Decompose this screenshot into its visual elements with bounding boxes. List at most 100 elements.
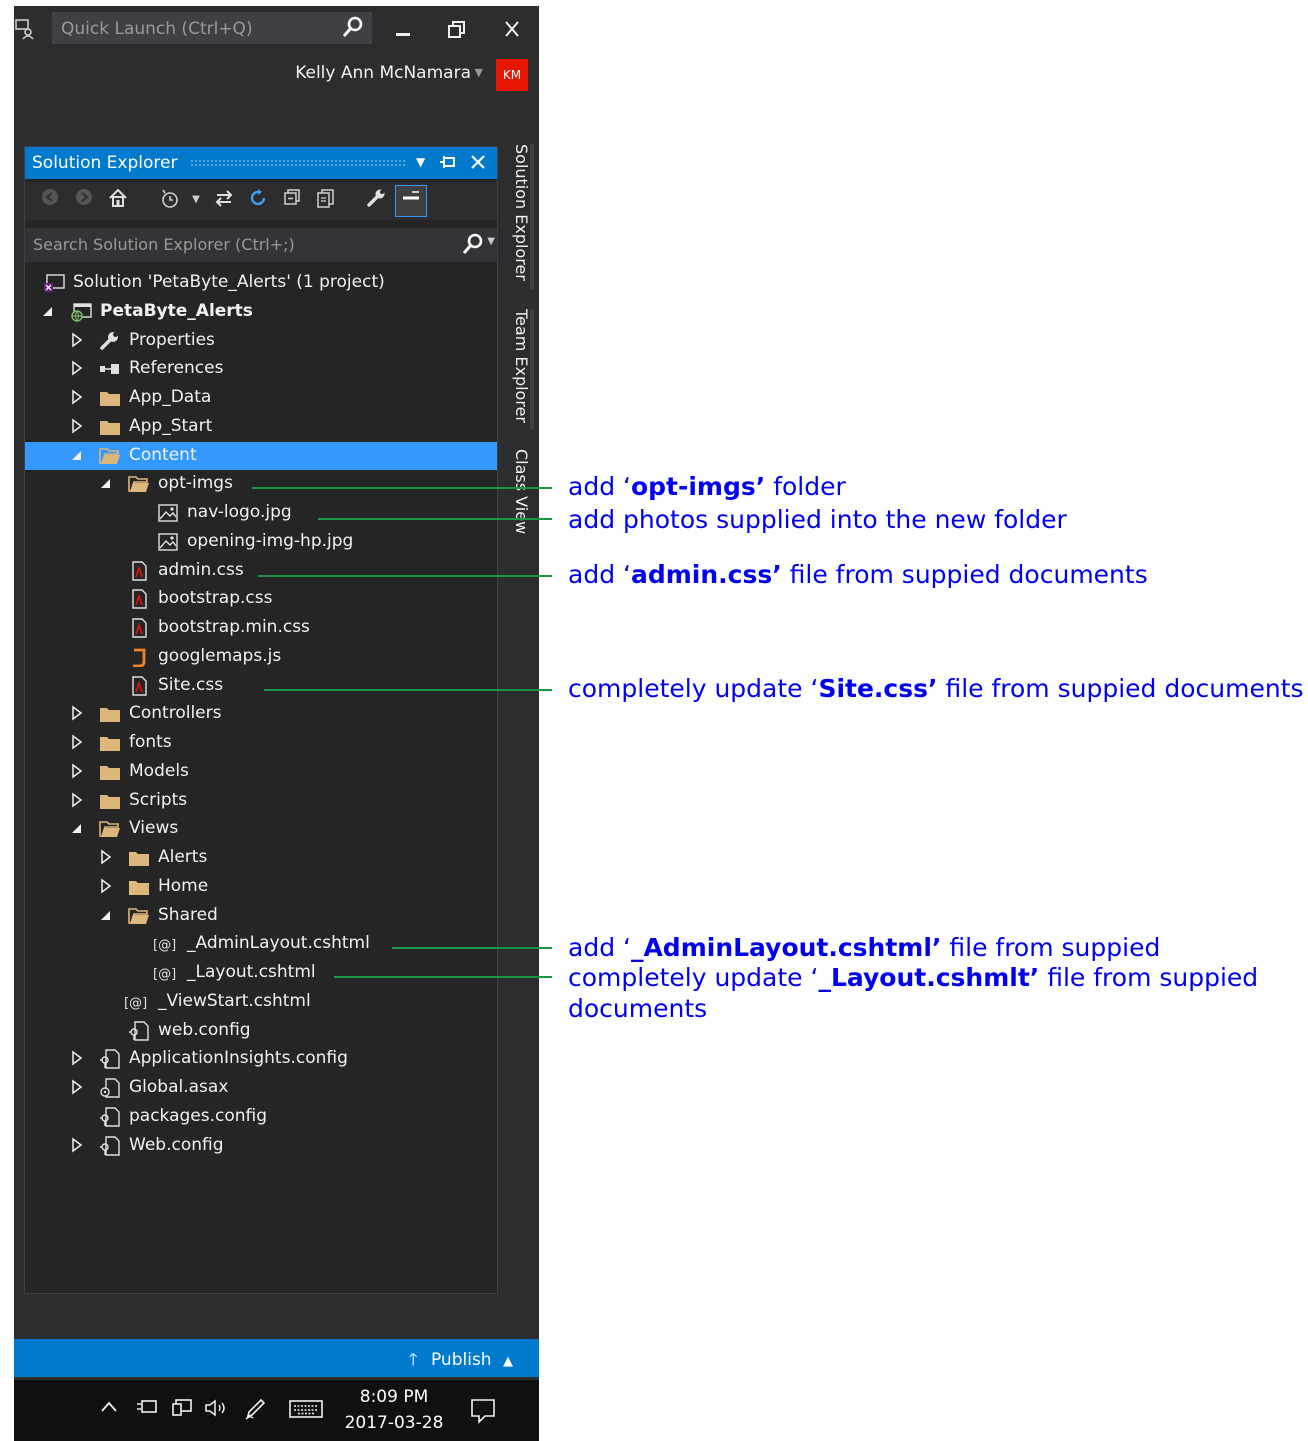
tree-item[interactable]: packages.config	[25, 1103, 497, 1131]
expanded-arrow-icon[interactable]	[42, 303, 54, 319]
tree-item[interactable]: App_Data	[25, 384, 497, 412]
refresh-icon[interactable]	[245, 187, 271, 213]
keyboard-icon[interactable]	[288, 1398, 324, 1425]
volume-icon[interactable]	[204, 1398, 230, 1423]
tree-item[interactable]: opt-imgs	[25, 470, 497, 498]
tree-item[interactable]: Global.asax	[25, 1074, 497, 1102]
collapsed-arrow-icon[interactable]	[100, 878, 112, 894]
visual-studio-window: Quick Launch (Ctrl+Q) Kelly Ann McNamara…	[14, 6, 539, 1441]
collapsed-arrow-icon[interactable]	[71, 1137, 83, 1153]
tree-item-label: _ViewStart.cshtml	[158, 991, 311, 1011]
close-panel-icon[interactable]	[469, 151, 487, 177]
css-file-icon	[128, 561, 150, 581]
side-tab-class-view[interactable]: Class View	[501, 449, 531, 534]
close-icon[interactable]	[497, 14, 527, 44]
razor-file-icon: [@]	[153, 963, 176, 983]
power-plug-icon[interactable]	[136, 1398, 158, 1421]
home-icon[interactable]	[105, 187, 131, 213]
collapse-all-icon[interactable]	[279, 187, 305, 213]
tree-item[interactable]: Alerts	[25, 844, 497, 872]
drag-grip[interactable]	[190, 159, 405, 167]
expanded-arrow-icon[interactable]	[100, 907, 112, 923]
feedback-icon[interactable]	[14, 18, 38, 42]
leader-line	[258, 575, 552, 577]
collapsed-arrow-icon[interactable]	[71, 792, 83, 808]
tree-item-label: ApplicationInsights.config	[129, 1048, 348, 1068]
network-icon[interactable]	[172, 1398, 194, 1423]
minimize-icon[interactable]	[388, 14, 418, 44]
pin-icon[interactable]	[439, 151, 457, 177]
avatar[interactable]: KM	[496, 59, 528, 91]
action-center-icon[interactable]	[470, 1398, 496, 1429]
tree-item[interactable]: Home	[25, 873, 497, 901]
tree-item[interactable]: Controllers	[25, 700, 497, 728]
tree-item[interactable]: [@] _Layout.cshtml	[25, 959, 497, 987]
folder-open-icon	[99, 446, 121, 466]
collapsed-arrow-icon[interactable]	[71, 1079, 83, 1095]
forward-icon[interactable]	[71, 187, 97, 213]
tree-item[interactable]: App_Start	[25, 413, 497, 441]
tree-item[interactable]: googlemaps.js	[25, 643, 497, 671]
image-file-icon	[157, 503, 179, 523]
tree-item[interactable]: Site.css	[25, 672, 497, 700]
show-all-files-icon[interactable]	[313, 187, 339, 213]
tree-item[interactable]: Scripts	[25, 787, 497, 815]
tree-item[interactable]: Shared	[25, 902, 497, 930]
window-position-icon[interactable]: ▼	[416, 155, 425, 169]
collapsed-arrow-icon[interactable]	[71, 360, 83, 376]
properties-wrench-icon[interactable]	[363, 187, 389, 213]
tree-item[interactable]: opening-img-hp.jpg	[25, 528, 497, 556]
side-tab-team-explorer[interactable]: Team Explorer	[501, 309, 531, 423]
search-options-icon[interactable]: ▼	[487, 236, 495, 247]
system-clock[interactable]: 8:09 PM 2017-03-28	[344, 1384, 444, 1436]
tree-item[interactable]: Models	[25, 758, 497, 786]
chevron-up-icon[interactable]	[100, 1398, 118, 1421]
restore-icon[interactable]	[442, 14, 472, 44]
quick-launch-input[interactable]: Quick Launch (Ctrl+Q)	[52, 12, 372, 44]
collapsed-arrow-icon[interactable]	[71, 734, 83, 750]
tree-item[interactable]: Content	[25, 442, 497, 470]
tree-item[interactable]: Views	[25, 815, 497, 843]
expanded-arrow-icon[interactable]	[71, 447, 83, 463]
expanded-arrow-icon[interactable]	[100, 475, 112, 491]
side-tab-solution-explorer[interactable]: Solution Explorer	[501, 144, 531, 281]
tree-item[interactable]: ApplicationInsights.config	[25, 1045, 497, 1073]
solution-explorer-title-bar: Solution Explorer ▼	[25, 147, 497, 179]
collapsed-arrow-icon[interactable]	[71, 332, 83, 348]
config-file-icon	[99, 1136, 121, 1156]
collapsed-arrow-icon[interactable]	[71, 763, 83, 779]
back-icon[interactable]	[37, 187, 63, 213]
collapsed-arrow-icon[interactable]	[71, 418, 83, 434]
tree-item[interactable]: web.config	[25, 1017, 497, 1045]
tree-item-label: opt-imgs	[158, 473, 233, 493]
tree-item[interactable]: [@] _ViewStart.cshtml	[25, 988, 497, 1016]
collapsed-arrow-icon[interactable]	[71, 705, 83, 721]
tree-item[interactable]: Web.config	[25, 1132, 497, 1160]
pending-changes-filter-icon[interactable]	[157, 187, 183, 213]
sync-with-active-document-icon[interactable]	[211, 187, 237, 213]
chevron-down-icon[interactable]: ▼	[475, 66, 483, 79]
dropdown-arrow-icon[interactable]: ▼	[183, 187, 209, 213]
user-name[interactable]: Kelly Ann McNamara	[295, 63, 471, 83]
tree-item[interactable]: Properties	[25, 327, 497, 355]
tree-item[interactable]: admin.css	[25, 557, 497, 585]
tree-item[interactable]: [@] _AdminLayout.cshtml	[25, 930, 497, 958]
collapsed-arrow-icon[interactable]	[71, 1050, 83, 1066]
tree-item[interactable]: bootstrap.min.css	[25, 614, 497, 642]
pen-icon[interactable]	[244, 1398, 266, 1425]
search-icon[interactable]	[461, 232, 485, 256]
tree-item[interactable]: PetaByte_Alerts	[25, 298, 497, 326]
tree-item[interactable]: nav-logo.jpg	[25, 499, 497, 527]
collapsed-arrow-icon[interactable]	[100, 849, 112, 865]
tree-item-label: Controllers	[129, 703, 222, 723]
tree-item[interactable]: References	[25, 355, 497, 383]
expanded-arrow-icon[interactable]	[71, 820, 83, 836]
search-icon[interactable]	[341, 15, 365, 39]
tree-item[interactable]: bootstrap.css	[25, 585, 497, 613]
collapsed-arrow-icon[interactable]	[71, 389, 83, 405]
preview-selected-items-icon[interactable]	[395, 185, 427, 217]
publish-button[interactable]: 🡑 Publish ▲	[409, 1347, 513, 1376]
solution-explorer-search-input[interactable]: Search Solution Explorer (Ctrl+;) ▼	[25, 228, 497, 262]
tree-item[interactable]: Solution 'PetaByte_Alerts' (1 project)	[25, 269, 497, 297]
tree-item[interactable]: fonts	[25, 729, 497, 757]
